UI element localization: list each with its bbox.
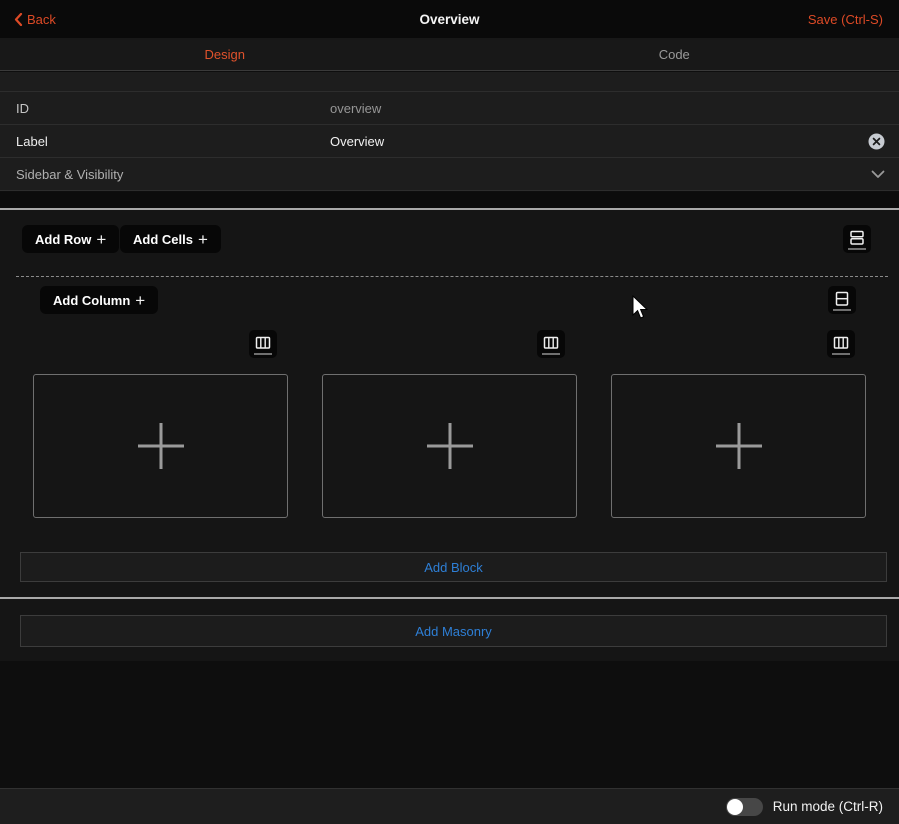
top-bar: Back Overview Save (Ctrl-S) bbox=[0, 0, 899, 38]
save-button[interactable]: Save (Ctrl-S) bbox=[808, 0, 883, 38]
label-field-label: Label bbox=[16, 134, 48, 149]
add-row-label: Add Row bbox=[35, 232, 91, 247]
icon-underline bbox=[848, 248, 866, 250]
icon-underline bbox=[833, 309, 851, 311]
column-3-settings-button[interactable] bbox=[827, 330, 855, 358]
cell-layout-settings-button[interactable] bbox=[828, 286, 856, 314]
field-row-label[interactable]: Label Overview bbox=[0, 125, 899, 158]
plus-icon bbox=[737, 423, 740, 469]
toggle-knob bbox=[727, 799, 743, 815]
add-row-button[interactable]: Add Row + bbox=[22, 225, 119, 253]
tab-bar: Design Code bbox=[0, 38, 899, 71]
plus-icon: + bbox=[135, 292, 145, 309]
icon-underline bbox=[542, 353, 560, 355]
row-layout-settings-button[interactable] bbox=[843, 225, 871, 253]
three-columns-icon bbox=[832, 334, 850, 355]
stacked-rows-icon bbox=[848, 229, 866, 250]
three-columns-icon bbox=[254, 334, 272, 355]
column-3-add-widget-box[interactable] bbox=[611, 374, 866, 518]
footer-bar: Run mode (Ctrl-R) bbox=[0, 788, 899, 824]
run-mode-toggle[interactable] bbox=[726, 798, 763, 816]
form-spacer bbox=[0, 72, 899, 92]
sidebar-visibility-row[interactable]: Sidebar & Visibility bbox=[0, 158, 899, 191]
tab-design[interactable]: Design bbox=[0, 38, 450, 70]
column-2-add-widget-box[interactable] bbox=[322, 374, 577, 518]
page-properties-panel: ID overview Label Overview Sidebar & Vis… bbox=[0, 72, 899, 191]
plus-icon: + bbox=[96, 231, 106, 248]
column-1-add-widget-box[interactable] bbox=[33, 374, 288, 518]
three-columns-icon bbox=[542, 334, 560, 355]
plus-icon bbox=[448, 423, 451, 469]
column-1-settings-button[interactable] bbox=[249, 330, 277, 358]
label-field-value: Overview bbox=[330, 134, 384, 149]
column-2-settings-button[interactable] bbox=[537, 330, 565, 358]
plus-icon bbox=[159, 423, 162, 469]
add-cells-button[interactable]: Add Cells + bbox=[120, 225, 221, 253]
split-cell-icon bbox=[833, 290, 851, 311]
row-separator bbox=[16, 276, 888, 277]
run-mode-label: Run mode (Ctrl-R) bbox=[773, 799, 883, 814]
id-field-label: ID bbox=[16, 101, 29, 116]
page-editor-screen: Back Overview Save (Ctrl-S) Design Code … bbox=[0, 0, 899, 824]
plus-icon: + bbox=[198, 231, 208, 248]
icon-underline bbox=[254, 353, 272, 355]
sidebar-visibility-label: Sidebar & Visibility bbox=[16, 167, 123, 182]
clear-label-button[interactable] bbox=[868, 133, 885, 150]
id-field-value: overview bbox=[330, 101, 381, 116]
chevron-down-icon[interactable] bbox=[871, 167, 885, 182]
add-cells-label: Add Cells bbox=[133, 232, 193, 247]
section-divider-handle[interactable] bbox=[0, 597, 899, 599]
add-masonry-button[interactable]: Add Masonry bbox=[20, 615, 887, 647]
field-row-id[interactable]: ID overview bbox=[0, 92, 899, 125]
add-column-button[interactable]: Add Column + bbox=[40, 286, 158, 314]
tab-code[interactable]: Code bbox=[450, 38, 899, 70]
add-block-button[interactable]: Add Block bbox=[20, 552, 887, 582]
page-title: Overview bbox=[0, 12, 899, 27]
icon-underline bbox=[832, 353, 850, 355]
section-gap bbox=[0, 192, 899, 208]
add-column-label: Add Column bbox=[53, 293, 130, 308]
